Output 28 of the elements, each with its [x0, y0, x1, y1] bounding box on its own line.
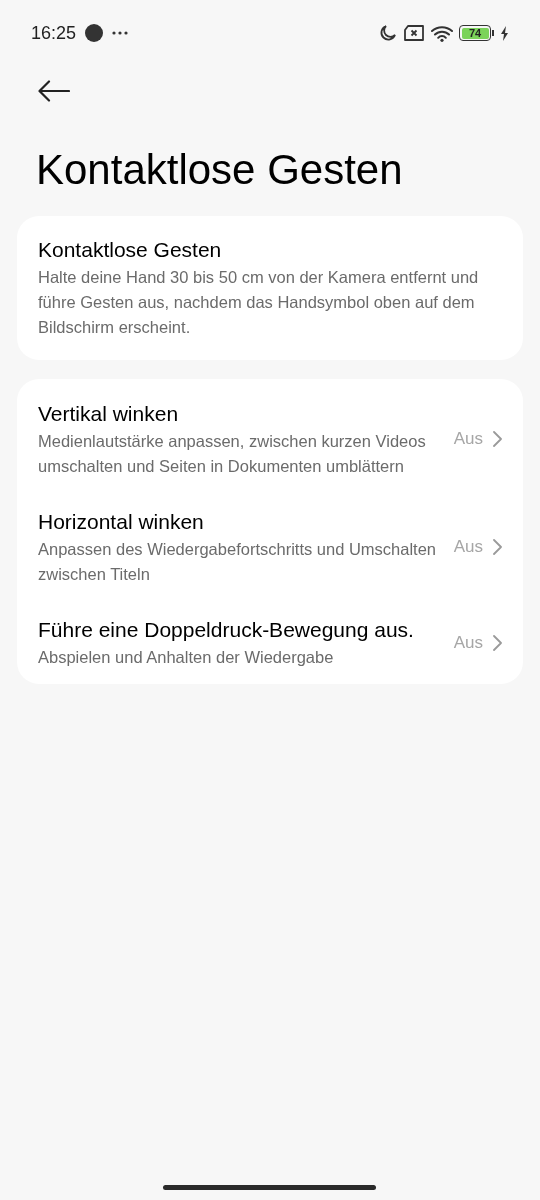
setting-title: Horizontal winken	[38, 509, 205, 535]
setting-value: Aus	[453, 536, 483, 559]
chevron-right-icon	[493, 539, 502, 555]
chevron-right-icon	[493, 431, 502, 447]
setting-description: Abspielen und Anhalten der Wiedergabe	[38, 647, 335, 668]
back-button[interactable]	[38, 78, 72, 104]
record-dot-icon	[84, 23, 105, 43]
battery-level: 74	[461, 27, 489, 39]
setting-value: Aus	[453, 631, 483, 654]
setting-description: Anpassen des Wiedergabefortschritts und Umschalten zwischen Titeln	[38, 539, 438, 585]
page-title: Kontaktlose Gesten	[35, 145, 404, 195]
moon-icon	[379, 24, 397, 42]
charging-bolt-icon	[500, 25, 509, 41]
more-dots-icon	[112, 31, 129, 35]
card-title: Kontaktlose Gesten	[38, 237, 223, 263]
no-sim-icon	[403, 25, 425, 41]
setting-row[interactable]: Horizontal winken Anpassen des Wiedergabefortschritts und Umschalten zwischen Titeln Aus	[17, 507, 523, 587]
setting-row[interactable]: Führe eine Doppeldruck-Bewegung aus. Abspielen und Anhalten der Wiedergabe Aus	[17, 615, 523, 670]
setting-title: Vertikal winken	[38, 401, 180, 427]
setting-row[interactable]: Vertikal winken Medienlautstärke anpassen, zwischen kurzen Videos umschalten und Seiten in Dokumenten umblättern Aus	[17, 399, 523, 479]
setting-value: Aus	[453, 428, 483, 451]
setting-description: Medienlautstärke anpassen, zwischen kurzen Videos umschalten und Seiten in Dokumenten umblättern	[38, 431, 427, 477]
card-description: Halte deine Hand 30 bis 50 cm von der Kamera entfernt und führe Gesten aus, nachdem das Handsymbol oben auf dem Bildschirm erscheint.	[38, 267, 480, 338]
setting-title: Führe eine Doppeldruck-Bewegung aus.	[38, 617, 415, 643]
chevron-right-icon	[493, 634, 502, 651]
back-arrow-icon	[38, 80, 70, 102]
wifi-icon	[431, 24, 453, 42]
status-time: 16:25	[31, 21, 77, 45]
